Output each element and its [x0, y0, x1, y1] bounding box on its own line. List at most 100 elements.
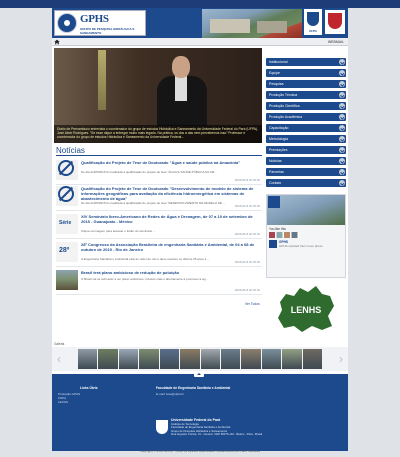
news-title[interactable]: Brasil terá plano ambicioso de redução d… — [81, 270, 261, 275]
news-title[interactable]: XIV Seminário Ibero-Americano de Redes d… — [81, 214, 261, 224]
sidebar-item[interactable]: Institucional — [266, 58, 346, 66]
featured-slider[interactable]: Diário de Pernambuco entrevista o coorde… — [54, 48, 262, 143]
sidebar-item-label: Produção Acadêmica — [269, 115, 303, 119]
sidebar-item-label: Produção Técnica — [269, 93, 298, 97]
lenhs-map-logo[interactable]: LENHS — [272, 282, 340, 334]
sidebar-item-label: Parcerias — [269, 170, 284, 174]
gallery-thumbnail[interactable] — [220, 349, 241, 369]
news-thumbnail[interactable] — [56, 186, 78, 206]
facebook-page-avatar[interactable] — [268, 196, 280, 208]
chevron-down-icon[interactable] — [339, 59, 345, 65]
gallery-strip — [78, 349, 323, 369]
news-title[interactable]: Qualificação do Projeto de Tese de Douto… — [81, 186, 261, 201]
page-container: GPHS GRUPO DE PESQUISA HIDRÁULICA E SANE… — [52, 8, 348, 451]
chevron-down-icon[interactable] — [339, 92, 345, 98]
chevron-down-icon[interactable] — [339, 136, 345, 142]
gallery-thumbnail[interactable] — [200, 349, 220, 369]
gallery-thumbnail[interactable] — [98, 349, 118, 369]
sidebar-item-label: Contato — [269, 181, 282, 185]
webmail-link[interactable]: WEBMAIL — [328, 40, 344, 44]
sidebar-item[interactable]: Equipe — [266, 69, 346, 77]
gallery-thumbnail[interactable] — [159, 349, 180, 369]
chevron-down-icon[interactable] — [339, 70, 345, 76]
footer-email[interactable]: E-mail: fesa@ufpa.br — [156, 392, 336, 396]
sidebar-item[interactable]: Notícias — [266, 157, 346, 165]
news-thumbnail[interactable] — [56, 214, 78, 234]
home-icon[interactable] — [54, 39, 60, 45]
sidebar-item-label: Pesquisa — [269, 82, 284, 86]
gallery-thumbnail[interactable] — [241, 349, 261, 369]
post-avatar — [269, 240, 277, 248]
news-thumbnail[interactable] — [56, 270, 78, 290]
gallery-prev-icon[interactable]: ‹ — [54, 351, 64, 367]
gallery-thumbnail[interactable] — [139, 349, 159, 369]
ver-todos-link[interactable]: Ver Todos — [245, 302, 260, 306]
chevron-down-icon[interactable] — [339, 114, 345, 120]
news-date: 18/06/2015 00:00:00 — [234, 178, 260, 182]
chevron-down-icon[interactable] — [339, 125, 345, 131]
gallery-next-icon[interactable]: › — [336, 351, 346, 367]
ufpa-seal[interactable]: UFPA — [304, 9, 322, 35]
news-title[interactable]: 28º Congresso da Associação Brasileira d… — [81, 242, 261, 252]
sidebar-item[interactable]: Produção Científica — [266, 102, 346, 110]
sidebar-item[interactable]: Premiações — [266, 146, 346, 154]
facebook-widget[interactable]: You like this GPHS GPHS updated their co… — [266, 194, 346, 278]
ufpa-seal-label: UFPA — [309, 29, 317, 33]
sidebar-item-label: Capacitação — [269, 126, 289, 130]
copyright-text: Copyright © 2015 GPHS . Todos os Direito… — [139, 449, 261, 453]
news-item[interactable]: Qualificação do Projeto de Tese de Douto… — [56, 158, 262, 185]
gallery-thumbnail[interactable] — [180, 349, 200, 369]
back-to-top-icon[interactable] — [194, 371, 204, 377]
fan-avatars — [269, 232, 299, 238]
gallery-thumbnail[interactable] — [261, 349, 282, 369]
footer-links-column: Links Úteis Produção GPHS CNPq LENHS — [52, 386, 114, 422]
news-summary: O Brasil vai se submeter a um plano ambi… — [81, 277, 208, 281]
news-item[interactable]: Qualificação do Projeto de Tese de Douto… — [56, 184, 262, 211]
gallery-thumbnail[interactable] — [282, 349, 302, 369]
news-title[interactable]: Qualificação do Projeto de Tese de Douto… — [81, 160, 261, 165]
gallery-label: Galeria — [54, 342, 65, 346]
footer-link[interactable]: LENHS — [58, 400, 80, 404]
news-item[interactable]: XIV Seminário Ibero-Americano de Redes d… — [56, 212, 262, 239]
gallery-thumbnail[interactable] — [78, 349, 98, 369]
sidebar-item[interactable]: Parcerias — [266, 168, 346, 176]
gphs-logo[interactable]: GPHS GRUPO DE PESQUISA HIDRÁULICA E SANE… — [54, 10, 146, 36]
post-text: GPHS updated their cover photo. — [279, 244, 324, 248]
chevron-down-icon[interactable] — [339, 158, 345, 164]
sidebar-item-label: Premiações — [269, 148, 288, 152]
sidebar-item-label: Metodologia — [269, 137, 289, 141]
news-date: 18/06/2015 00:00:00 — [234, 232, 260, 236]
gallery-thumbnail[interactable] — [302, 349, 323, 369]
news-thumbnail[interactable] — [56, 242, 78, 262]
photo-gallery: ‹ › — [52, 347, 348, 371]
footer-links-heading: Links Úteis — [80, 386, 98, 390]
footer-links-list: Produção GPHS CNPq LENHS — [58, 392, 80, 404]
sidebar-item[interactable]: Contato — [266, 179, 346, 187]
chevron-down-icon[interactable] — [339, 103, 345, 109]
secondary-seal-icon[interactable] — [325, 10, 345, 34]
chevron-down-icon[interactable] — [339, 147, 345, 153]
news-divider — [56, 155, 262, 156]
ufpa-footer-logo-icon — [156, 420, 168, 434]
chevron-down-icon[interactable] — [339, 81, 345, 87]
slide-caption[interactable]: Diário de Pernambuco entrevista o coorde… — [54, 125, 262, 143]
sidebar-item[interactable]: Produção Técnica — [266, 91, 346, 99]
news-item[interactable]: 28º Congresso da Associação Brasileira d… — [56, 240, 262, 267]
sidebar-item[interactable]: Pesquisa — [266, 80, 346, 88]
speaker-figure-head — [172, 56, 190, 78]
university-address: Rua Augusto Corrêa, 01 - Guamá. CEP 6607… — [171, 432, 263, 436]
flag-decoration — [98, 50, 106, 110]
gallery-thumbnail[interactable] — [118, 349, 139, 369]
sidebar-item[interactable]: Metodologia — [266, 135, 346, 143]
sidebar-item[interactable]: Produção Acadêmica — [266, 113, 346, 121]
news-item[interactable]: Brasil terá plano ambicioso de redução d… — [56, 268, 262, 295]
sidebar-item[interactable]: Capacitação — [266, 124, 346, 132]
sidebar-menu: Institucional Equipe Pesquisa Produção Técn… — [266, 58, 346, 190]
news-section-title: Notícias — [56, 146, 85, 155]
chevron-down-icon[interactable] — [339, 169, 345, 175]
sidebar-item-label: Institucional — [269, 60, 288, 64]
news-date: 18/06/2015 00:00:00 — [234, 204, 260, 208]
chevron-down-icon[interactable] — [339, 180, 345, 186]
sidebar-item-label: Notícias — [269, 159, 282, 163]
news-thumbnail[interactable] — [56, 160, 78, 180]
